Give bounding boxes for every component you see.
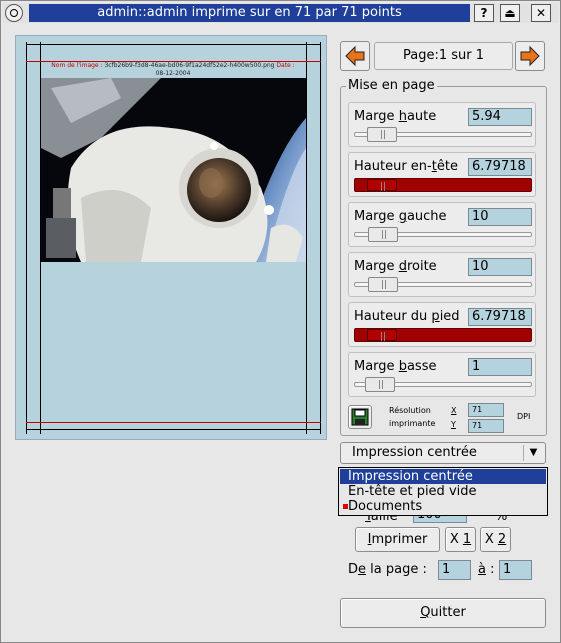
shade-button[interactable]: ⏏ (500, 4, 520, 22)
margin-value-field[interactable]: 10 (468, 208, 532, 226)
option-documents-label: Documents (348, 499, 423, 514)
footer-line (26, 422, 321, 423)
option-entete-pied-vide[interactable]: En-tête et pied vide (340, 484, 546, 499)
slider-thumb[interactable] (365, 377, 395, 392)
quit-button[interactable]: Quitter (340, 598, 546, 628)
margin-slider[interactable] (354, 227, 532, 242)
window-menu-button[interactable] (5, 4, 23, 22)
margin-line-bottom (26, 429, 321, 430)
slider-thumb[interactable] (367, 179, 397, 191)
print-mode-value: Impression centrée (352, 445, 477, 460)
margin-row: Marge haute 5.94 (348, 102, 536, 147)
arrow-left-icon (345, 45, 365, 67)
margin-label: Marge basse (354, 359, 437, 374)
close-button[interactable]: ✕ (531, 4, 551, 22)
margin-value-field[interactable]: 10 (468, 258, 532, 276)
margin-slider[interactable] (354, 178, 532, 192)
window-menu-icon (10, 9, 18, 17)
margin-value-field[interactable]: 5.94 (468, 108, 532, 126)
layout-group-title: Mise en page (346, 78, 437, 93)
slider-thumb[interactable] (368, 227, 398, 242)
save-button[interactable] (348, 405, 372, 429)
margin-slider[interactable] (354, 277, 532, 292)
page-indicator: Page:1 sur 1 (374, 42, 513, 70)
margin-label: Marge droite (354, 259, 437, 274)
slider-thumb[interactable] (367, 329, 397, 341)
print-dialog-window: admin::admin imprime sur en 71 par 71 po… (0, 0, 561, 643)
margin-label: Hauteur en-tête (354, 159, 458, 174)
resolution-label-2: imprimante (389, 419, 436, 428)
margin-row: Hauteur en-tête 6.79718 (348, 152, 536, 197)
print-preview: Nom de l'image : 3cfb26b9-f3d8-46ae-bd06… (15, 35, 327, 440)
margin-slider[interactable] (354, 377, 532, 392)
selected-bullet-icon (343, 504, 348, 509)
margin-line-right-inner (306, 42, 307, 434)
titlebar: admin::admin imprime sur en 71 par 71 po… (3, 3, 558, 23)
y-label: Y (451, 420, 456, 429)
margin-label: Marge gauche (354, 209, 447, 224)
option-impression-centree[interactable]: Impression centrée (340, 469, 546, 484)
header-label: Nom de l'image : (51, 62, 103, 69)
page-range-from-field[interactable]: 1 (438, 560, 471, 580)
print-x2-button[interactable]: X 2 (480, 527, 511, 552)
astronaut-photo (41, 78, 306, 262)
header-filename: 3cfb26b9-f3d8-46ae-bd06-9f1a24df52e2-h40… (104, 62, 275, 69)
arrow-right-icon (520, 45, 540, 67)
margin-line-left (26, 42, 27, 434)
print-x1-button[interactable]: X 1 (445, 527, 476, 552)
header-date: 08-12-2004 (155, 70, 191, 77)
margin-row: Marge basse 1 (348, 352, 536, 397)
margin-label: Hauteur du pied (354, 309, 460, 324)
page-range-to-label: à : (478, 562, 495, 577)
floppy-disk-icon (351, 408, 369, 426)
resolution-label-1: Résolution (389, 406, 431, 415)
slider-thumb[interactable] (367, 127, 397, 142)
x-label: X (451, 406, 457, 415)
header-date-label: Date : (276, 62, 295, 69)
margin-row: Hauteur du pied 6.79718 (348, 302, 536, 347)
page-range-from-label: De la page : (348, 562, 427, 577)
print-mode-dropdown: Impression centrée En-tête et pied vide … (338, 467, 548, 516)
slider-thumb[interactable] (368, 277, 398, 292)
margin-value-field[interactable]: 6.79718 (468, 308, 532, 326)
chevron-down-icon: ▼ (523, 445, 543, 461)
resolution-x-field[interactable]: 71 (468, 403, 504, 417)
margin-label: Marge haute (354, 109, 437, 124)
margin-slider[interactable] (354, 328, 532, 342)
dpi-label: DPI (517, 412, 531, 421)
window-title: admin::admin imprime sur en 71 par 71 po… (29, 4, 470, 22)
margin-line-right (320, 42, 321, 434)
margin-value-field[interactable]: 6.79718 (468, 158, 532, 176)
margin-line-top (26, 44, 321, 45)
help-button[interactable]: ? (474, 4, 494, 22)
option-documents[interactable]: Documents (340, 499, 546, 514)
margin-slider[interactable] (354, 127, 532, 142)
margin-row: Marge droite 10 (348, 252, 536, 297)
margin-row: Marge gauche 10 (348, 202, 536, 247)
prev-page-button[interactable] (340, 41, 370, 71)
margin-value-field[interactable]: 1 (468, 358, 532, 376)
print-button[interactable]: Imprimer (355, 527, 440, 552)
print-mode-select[interactable]: Impression centrée ▼ (340, 442, 546, 464)
page-range-to-field[interactable]: 1 (499, 560, 532, 580)
resolution-y-field[interactable]: 71 (468, 419, 504, 433)
page-header-text: Nom de l'image : 3cfb26b9-f3d8-46ae-bd06… (40, 62, 306, 78)
next-page-button[interactable] (515, 41, 545, 71)
